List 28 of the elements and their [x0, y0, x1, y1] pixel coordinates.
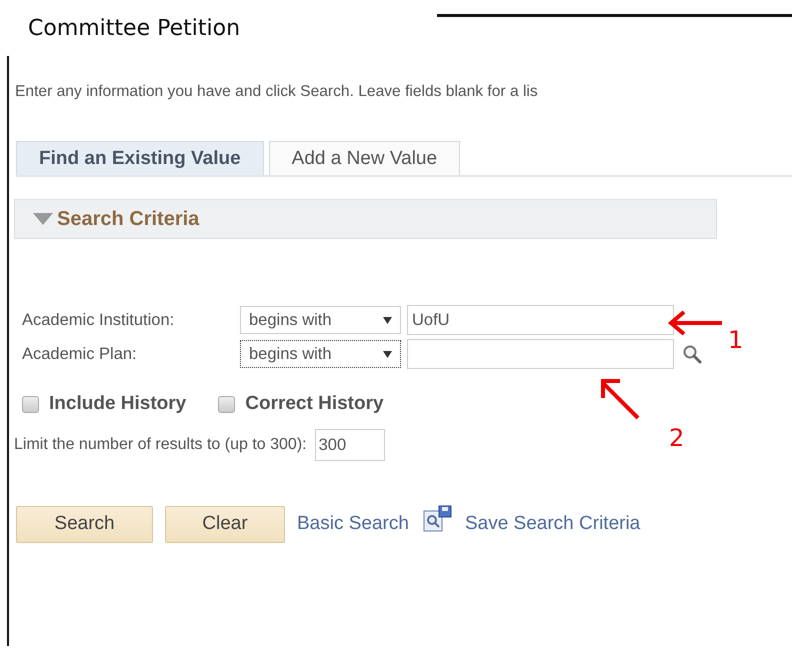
collapse-triangle-icon[interactable] — [33, 212, 53, 226]
checkbox[interactable] — [218, 396, 236, 412]
link[interactable]: Save Search Criteria — [464, 513, 640, 535]
checkbox-label: Correct History — [245, 393, 384, 415]
field-label: Academic Plan: — [22, 344, 138, 364]
limit-label: Limit the number of results to (up to 300): — [14, 436, 307, 454]
caret-icon — [383, 316, 392, 324]
limit-field[interactable]: 300 — [314, 429, 385, 461]
operator-dropdown[interactable]: begins with — [240, 306, 401, 334]
caret-icon — [383, 350, 392, 358]
annotation-number: 2 — [669, 424, 684, 452]
input-field[interactable]: UofU — [407, 305, 674, 335]
field-label: Academic Institution: — [22, 310, 176, 330]
section-header[interactable]: Search Criteria — [14, 199, 717, 239]
tab[interactable]: Add a New Value — [268, 141, 460, 175]
tab[interactable]: Find an Existing Value — [16, 141, 264, 175]
input-field[interactable] — [407, 339, 674, 369]
operator-dropdown[interactable]: begins with — [240, 340, 401, 368]
link[interactable]: Basic Search — [297, 513, 409, 535]
annotation-number: 1 — [728, 326, 744, 354]
checkbox-label: Include History — [49, 393, 186, 415]
clear-button[interactable]: Clear — [165, 506, 285, 542]
search-icon[interactable] — [682, 344, 702, 364]
page-title: Committee Petition — [28, 15, 240, 43]
search-button[interactable]: Search — [16, 506, 153, 542]
checkbox[interactable] — [22, 396, 39, 412]
save-search-icon[interactable] — [422, 505, 453, 533]
instructions-text: Enter any information you have and click Search. Leave fields blank for a lis — [15, 83, 538, 101]
